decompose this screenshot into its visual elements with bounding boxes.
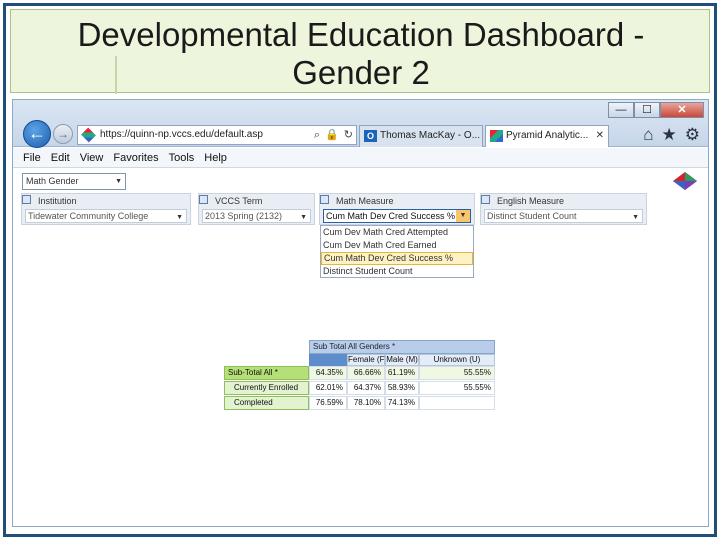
pivot-column-header[interactable]: Male (M): [385, 354, 419, 366]
filter-label: Institution: [38, 196, 77, 206]
report-page: Math Gender ▼ Institution Tidewater Comm…: [13, 169, 708, 526]
pivot-corner: [309, 354, 347, 366]
pivot-cell: 64.37%: [347, 381, 385, 395]
menu-file[interactable]: File: [23, 148, 41, 167]
menu-bar: File Edit View Favorites Tools Help: [13, 148, 708, 168]
filter-label: English Measure: [497, 196, 565, 206]
pivot-column-header[interactable]: Unknown (U): [419, 354, 495, 366]
institution-select[interactable]: Tidewater Community College ▼: [25, 209, 187, 223]
dropdown-option[interactable]: Distinct Student Count: [321, 265, 473, 278]
pivot-cell: 58.93%: [385, 381, 419, 395]
filter-label: VCCS Term: [215, 196, 263, 206]
pivot-cell: 62.01%: [309, 381, 347, 395]
pivot-row-header[interactable]: Currently Enrolled: [224, 381, 309, 395]
slide: Developmental Education Dashboard - Gend…: [0, 0, 720, 540]
pivot-column-group-header[interactable]: Sub Total All Genders *: [309, 340, 495, 354]
pivot-cell: 55.55%: [419, 366, 495, 380]
filter-term: VCCS Term 2013 Spring (2132) ▼: [198, 193, 315, 225]
chevron-down-icon[interactable]: ▼: [456, 210, 470, 222]
filter-value: 2013 Spring (2132): [205, 211, 283, 221]
outlook-icon: O: [364, 130, 377, 142]
filter-english-measure: English Measure Distinct Student Count ▼: [480, 193, 647, 225]
pivot-cell: 55.55%: [419, 381, 495, 395]
tab-label: Thomas MacKay - O...: [380, 130, 481, 141]
browser-toolbar-icons: ⌂ ★ ⚙: [643, 125, 700, 145]
dropdown-option[interactable]: Cum Dev Math Cred Earned: [321, 239, 473, 252]
chevron-down-icon: ▼: [176, 214, 183, 221]
tab-label: Pyramid Analytic...: [506, 130, 589, 141]
address-bar-icons: ⌕ 🔒 ↻: [314, 126, 353, 144]
home-icon[interactable]: ⌂: [643, 125, 653, 145]
gear-icon[interactable]: ⚙: [685, 125, 700, 145]
pivot-cell: 61.19%: [385, 366, 419, 380]
title-band: Developmental Education Dashboard - Gend…: [10, 9, 710, 94]
pivot-column-header[interactable]: Female (F): [347, 354, 387, 366]
report-selector[interactable]: Math Gender ▼: [22, 173, 126, 190]
pivot-row-header[interactable]: Completed: [224, 396, 309, 410]
pivot-cell: 78.10%: [347, 396, 385, 410]
browser-chrome: — ☐ ✕ ← → https://quinn-np.vccs.edu/defa…: [13, 100, 708, 148]
filter-institution: Institution Tidewater Community College …: [21, 193, 191, 225]
pyramid-icon: [490, 130, 503, 142]
address-bar[interactable]: https://quinn-np.vccs.edu/default.asp ⌕ …: [77, 125, 357, 145]
close-tab-icon[interactable]: ✕: [596, 126, 604, 146]
pivot-cell: [419, 396, 495, 410]
filter-value: Cum Math Dev Cred Success %: [326, 211, 456, 221]
menu-help[interactable]: Help: [204, 148, 227, 167]
menu-tools[interactable]: Tools: [169, 148, 195, 167]
chevron-down-icon: ▼: [300, 214, 307, 221]
tab-pyramid[interactable]: Pyramid Analytic... ✕: [485, 125, 609, 147]
pyramid-logo-icon: [673, 172, 697, 190]
address-url: https://quinn-np.vccs.edu/default.asp: [100, 129, 263, 140]
slide-title-line-2: Gender 2: [292, 54, 430, 91]
back-arrow-icon[interactable]: ←: [23, 120, 51, 148]
english-measure-select[interactable]: Distinct Student Count ▼: [484, 209, 643, 223]
slide-title-line-1: Developmental Education Dashboard -: [77, 16, 645, 53]
star-icon[interactable]: ★: [662, 125, 677, 145]
browser-window: — ☐ ✕ ← → https://quinn-np.vccs.edu/defa…: [12, 99, 709, 527]
math-measure-dropdown: Cum Dev Math Cred Attempted Cum Dev Math…: [320, 225, 474, 278]
search-icon[interactable]: ⌕: [314, 126, 320, 144]
menu-edit[interactable]: Edit: [51, 148, 70, 167]
minimize-button[interactable]: —: [608, 102, 634, 118]
chevron-down-icon: ▼: [115, 178, 122, 185]
close-window-button[interactable]: ✕: [660, 102, 704, 118]
chevron-down-icon: ▼: [632, 214, 639, 221]
math-measure-select[interactable]: Cum Math Dev Cred Success % ▼: [323, 209, 471, 223]
term-select[interactable]: 2013 Spring (2132) ▼: [202, 209, 311, 223]
filter-label: Math Measure: [336, 196, 394, 206]
window-controls: — ☐ ✕: [608, 102, 704, 118]
menu-favorites[interactable]: Favorites: [113, 148, 158, 167]
filter-value: Distinct Student Count: [487, 211, 577, 221]
site-favicon-icon: [81, 127, 96, 143]
refresh-icon[interactable]: ↻: [344, 126, 353, 144]
lock-icon[interactable]: 🔒: [325, 126, 339, 144]
filter-value: Tidewater Community College: [28, 211, 149, 221]
pivot-cell: 66.66%: [347, 366, 385, 380]
menu-view[interactable]: View: [80, 148, 104, 167]
dropdown-option[interactable]: Cum Dev Math Cred Attempted: [321, 226, 473, 239]
pivot-cell: 76.59%: [309, 396, 347, 410]
pivot-cell: 74.13%: [385, 396, 419, 410]
pivot-cell: 64.35%: [309, 366, 347, 380]
pivot-row-header[interactable]: Sub-Total All *: [224, 366, 309, 380]
filter-math-measure: Math Measure Cum Math Dev Cred Success %…: [319, 193, 475, 225]
tab-outlook[interactable]: O Thomas MacKay - O...: [359, 125, 483, 147]
forward-arrow-icon[interactable]: →: [53, 124, 73, 144]
dropdown-option-selected[interactable]: Cum Math Dev Cred Success %: [321, 252, 473, 265]
maximize-button[interactable]: ☐: [634, 102, 660, 118]
report-selector-value: Math Gender: [26, 176, 79, 186]
